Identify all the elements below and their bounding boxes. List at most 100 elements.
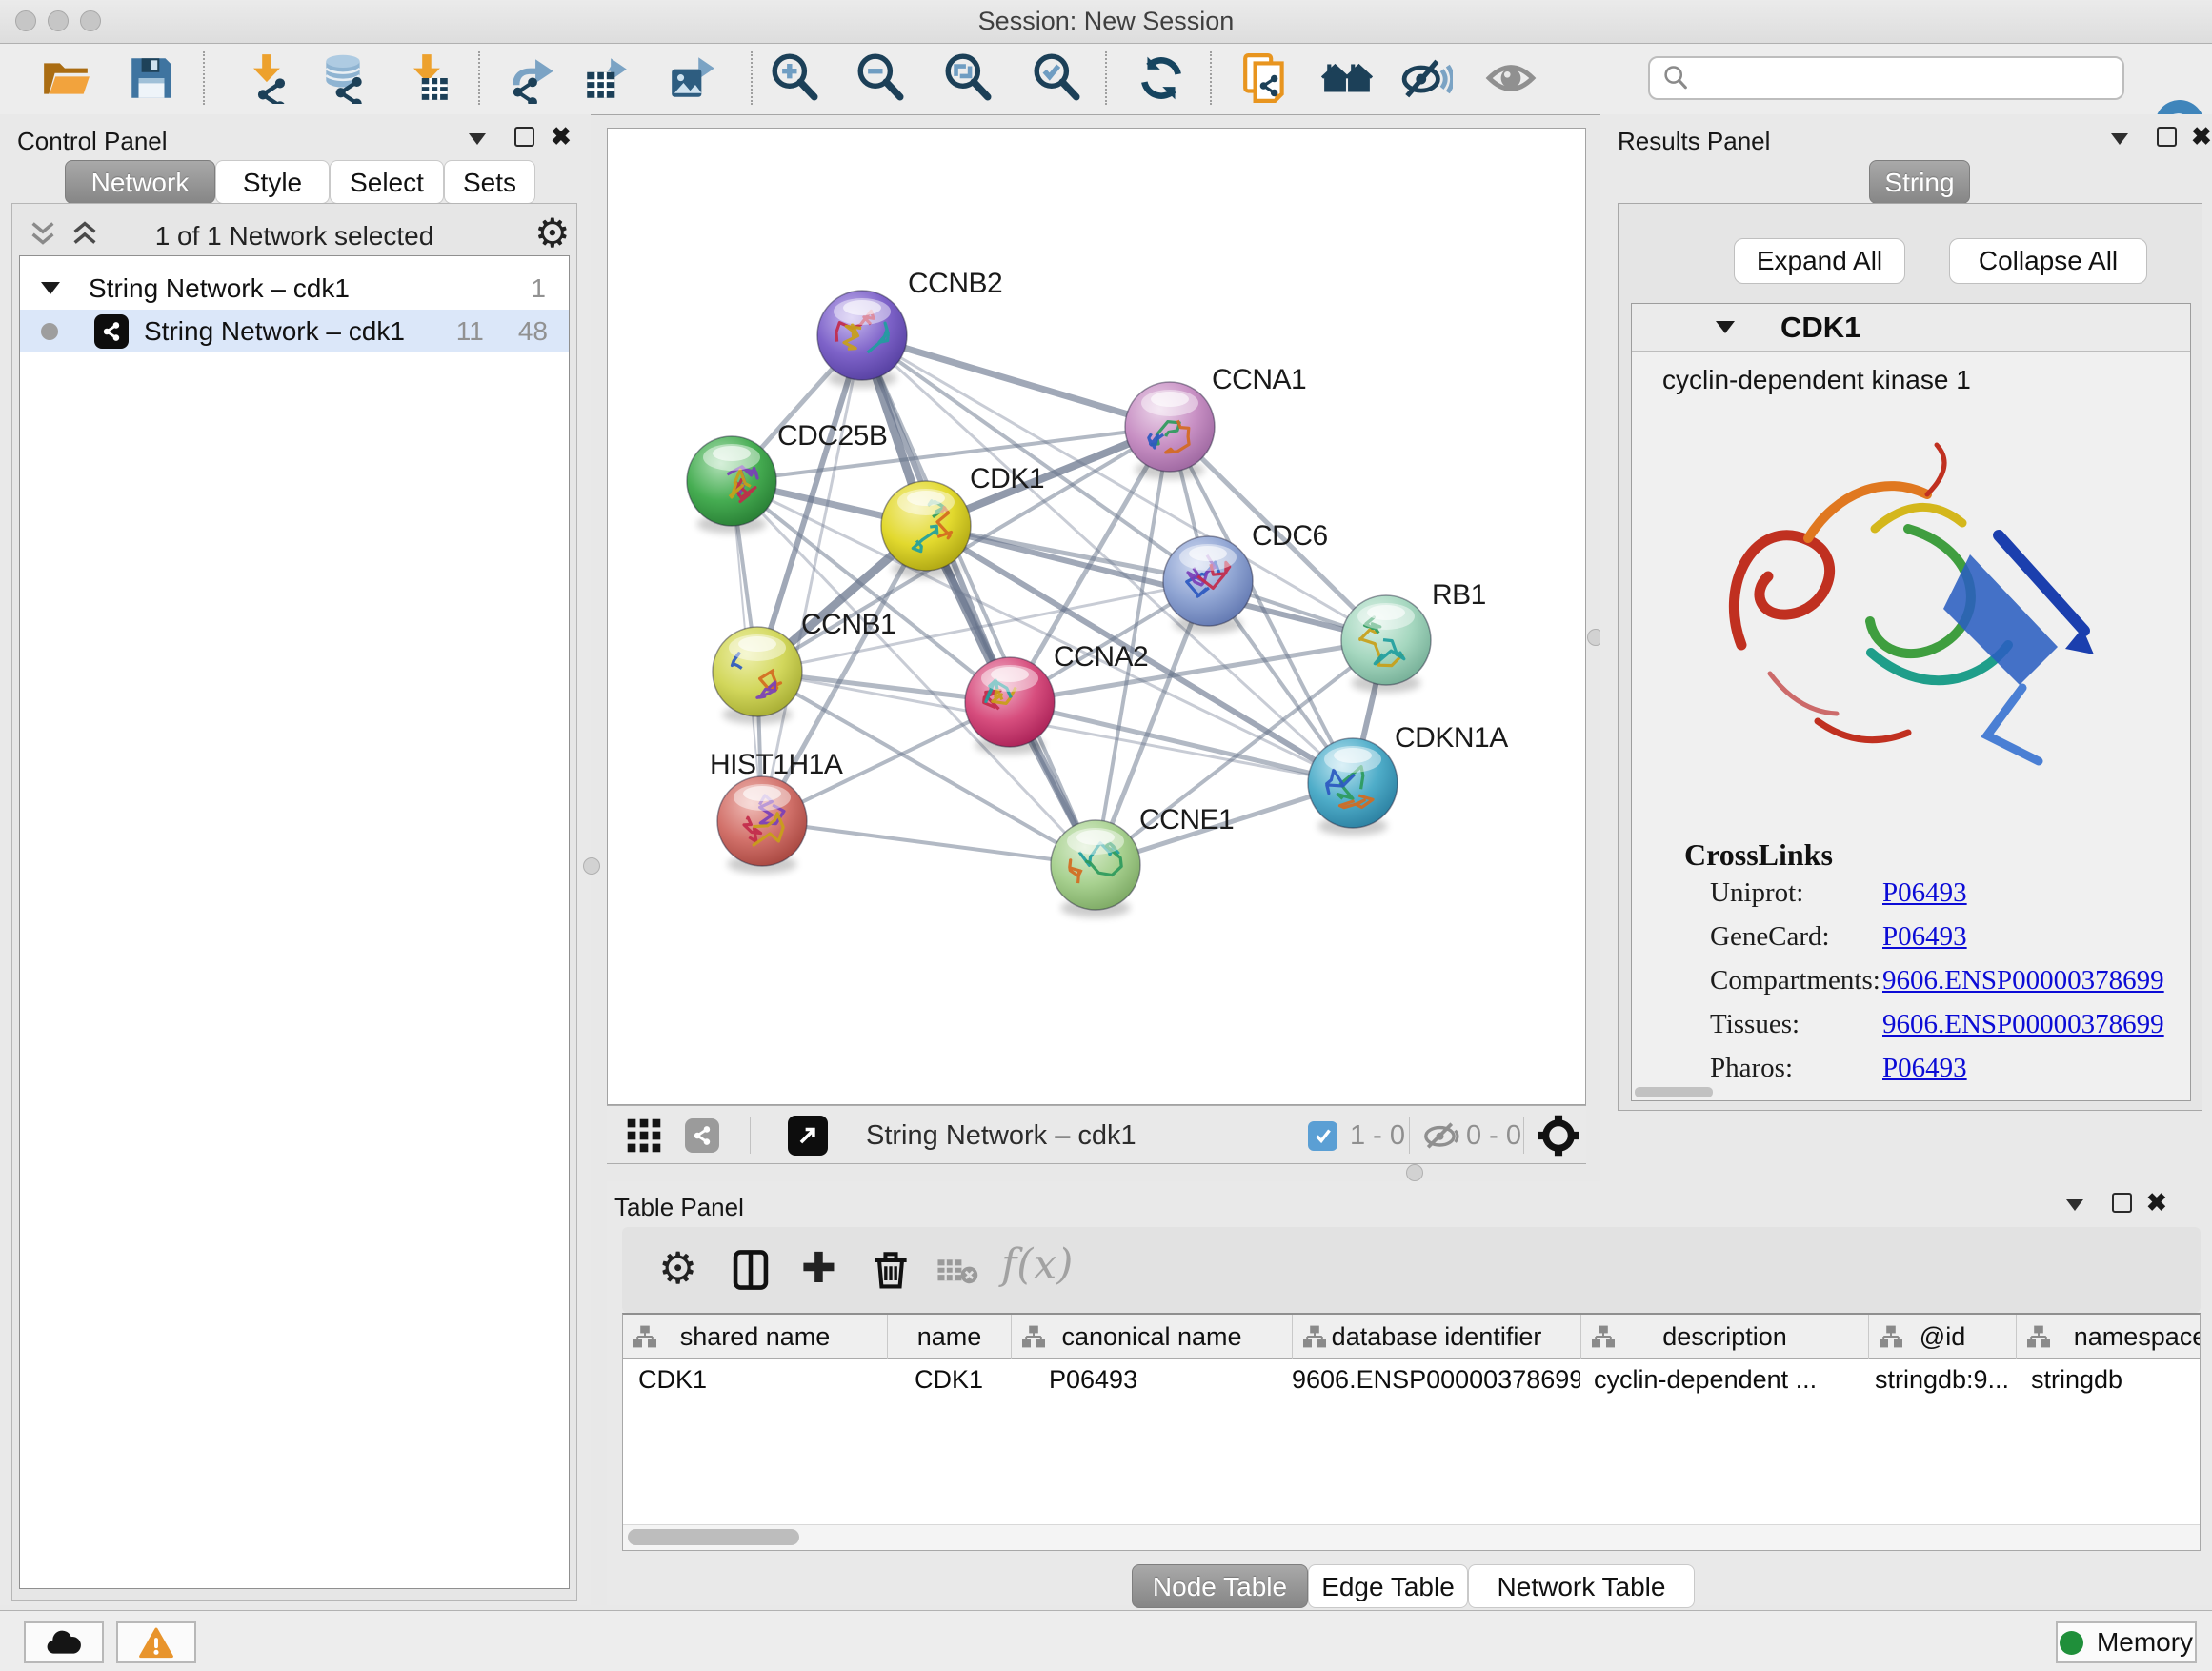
tab-network-table[interactable]: Network Table xyxy=(1468,1564,1695,1608)
table-cell[interactable]: CDK1 xyxy=(887,1359,1011,1400)
network-edge-HIST1H1A-CCNE1[interactable] xyxy=(762,821,1096,865)
table-options-gear-icon[interactable]: ⚙ xyxy=(658,1242,697,1294)
network-node-CDKN1A[interactable]: CDKN1A xyxy=(1308,722,1508,836)
zoom-fit-icon[interactable] xyxy=(938,48,997,109)
table-panel-float-icon[interactable] xyxy=(2112,1193,2132,1213)
warnings-button[interactable] xyxy=(116,1621,196,1663)
new-network-from-selection-icon[interactable] xyxy=(1237,48,1296,109)
string-network-icon xyxy=(94,314,129,349)
export-image-icon[interactable] xyxy=(663,48,722,109)
column-header-name[interactable]: name xyxy=(887,1315,1011,1359)
network-options-gear-icon[interactable]: ⚙ xyxy=(534,210,571,256)
left-splitter-handle[interactable] xyxy=(583,857,600,875)
table-panel-collapse-icon[interactable] xyxy=(2066,1199,2083,1211)
zoom-out-icon[interactable] xyxy=(851,48,910,109)
table-panel-close-icon[interactable]: ✖ xyxy=(2146,1193,2167,1212)
table-cell[interactable]: cyclin-dependent ... xyxy=(1580,1359,1868,1400)
detach-view-icon[interactable] xyxy=(788,1106,828,1165)
column-header-canonical-name[interactable]: canonical name xyxy=(1011,1315,1292,1359)
crosslink-link[interactable]: 9606.ENSP00000378699 xyxy=(1882,965,2164,997)
table-toolbar: ⚙ ✚ f(x) xyxy=(622,1227,2201,1313)
collapse-all-button[interactable]: Collapse All xyxy=(1949,238,2147,284)
table-row[interactable]: CDK1CDK1P064939606.ENSP00000378699cyclin… xyxy=(623,1359,2201,1400)
open-session-icon[interactable] xyxy=(36,48,95,109)
hide-selected-eye-slash-icon[interactable] xyxy=(1398,48,1457,109)
node-label-CCNA1: CCNA1 xyxy=(1212,364,1306,395)
node-label-HIST1H1A: HIST1H1A xyxy=(710,749,843,780)
network-view-toolbar: String Network – cdk1 1 - 0 0 - 0 xyxy=(607,1105,1586,1164)
network-edge-CCNB2-CCNA1[interactable] xyxy=(862,335,1170,427)
tab-string-results[interactable]: String xyxy=(1869,160,1970,204)
table-cell[interactable]: 9606.ENSP00000378699 xyxy=(1292,1359,1580,1400)
save-session-icon[interactable] xyxy=(122,48,181,109)
network-row-selected[interactable]: String Network – cdk1 11 48 xyxy=(20,310,569,352)
main-toolbar: ? xyxy=(0,44,2212,115)
column-header-namespace[interactable]: namespace xyxy=(2016,1315,2201,1359)
crosslink-link[interactable]: P06493 xyxy=(1882,877,1967,909)
grid-view-icon[interactable] xyxy=(626,1106,662,1165)
column-header-database-identifier[interactable]: database identifier xyxy=(1292,1315,1580,1359)
tab-network[interactable]: Network xyxy=(65,160,215,204)
table-cell[interactable]: stringdb:9... xyxy=(1868,1359,2016,1400)
table-cell[interactable]: stringdb xyxy=(2016,1359,2201,1400)
column-header--id[interactable]: @id xyxy=(1868,1315,2016,1359)
crosslink-link[interactable]: P06493 xyxy=(1882,1053,1967,1084)
tab-edge-table[interactable]: Edge Table xyxy=(1308,1564,1468,1608)
network-node-CCNA1[interactable]: CCNA1 xyxy=(1125,364,1306,479)
collection-expander-icon[interactable] xyxy=(41,282,60,294)
table-hscroll-thumb[interactable] xyxy=(628,1529,799,1545)
network-canvas[interactable]: CCNB2CCNA1CDC25BCDK1CDC6RB1CCNB1CCNA2CDK… xyxy=(607,128,1586,1105)
card-hscroll-thumb[interactable] xyxy=(1635,1087,1713,1097)
tab-node-table[interactable]: Node Table xyxy=(1132,1564,1308,1608)
zoom-selected-icon[interactable] xyxy=(1027,48,1086,109)
delete-column-trash-icon[interactable] xyxy=(868,1246,914,1297)
tab-select[interactable]: Select xyxy=(330,160,444,204)
network-node-CCNB1[interactable]: CCNB1 xyxy=(713,609,895,724)
network-node-CDC6[interactable]: CDC6 xyxy=(1163,520,1328,634)
network-node-HIST1H1A[interactable]: HIST1H1A xyxy=(710,749,843,874)
first-neighbors-icon[interactable] xyxy=(1317,48,1377,109)
string-view-icon[interactable] xyxy=(685,1106,719,1165)
column-type-icon xyxy=(1591,1325,1616,1348)
refresh-icon[interactable] xyxy=(1132,48,1191,109)
birds-eye-view-icon[interactable] xyxy=(1537,1106,1580,1165)
show-columns-icon[interactable] xyxy=(729,1248,773,1297)
crosslink-link[interactable]: P06493 xyxy=(1882,921,1967,953)
network-node-CDC25B[interactable]: CDC25B xyxy=(687,420,887,534)
control-panel-title: Control Panel xyxy=(17,127,168,156)
import-network-file-icon[interactable] xyxy=(238,48,297,109)
memory-button[interactable]: Memory xyxy=(2056,1621,2197,1663)
control-panel-collapse-icon[interactable] xyxy=(469,133,486,145)
tab-style[interactable]: Style xyxy=(215,160,330,204)
table-cell[interactable]: CDK1 xyxy=(623,1359,887,1400)
protein-entry-header[interactable]: CDK1 xyxy=(1632,304,2190,352)
table-cell[interactable]: P06493 xyxy=(1011,1359,1292,1400)
add-column-icon[interactable]: ✚ xyxy=(801,1244,836,1293)
network-graph[interactable]: CCNB2CCNA1CDC25BCDK1CDC6RB1CCNB1CCNA2CDK… xyxy=(608,129,1585,1104)
crosslink-link[interactable]: 9606.ENSP00000378699 xyxy=(1882,1009,2164,1040)
bottom-splitter-handle[interactable] xyxy=(1406,1164,1423,1181)
export-network-icon[interactable] xyxy=(504,48,563,109)
show-graphics-details-eye-icon[interactable] xyxy=(1481,48,1540,109)
toolbar-separator xyxy=(1409,1117,1410,1154)
results-panel-float-icon[interactable] xyxy=(2157,127,2177,147)
results-panel-close-icon[interactable]: ✖ xyxy=(2191,127,2212,146)
control-panel-float-icon[interactable] xyxy=(514,127,534,147)
zoom-in-icon[interactable] xyxy=(765,48,824,109)
network-collection-row[interactable]: String Network – cdk1 1 xyxy=(20,267,569,310)
search-input[interactable] xyxy=(1698,63,2122,94)
tab-sets[interactable]: Sets xyxy=(444,160,535,204)
cloud-button[interactable] xyxy=(24,1621,104,1663)
results-panel-collapse-icon[interactable] xyxy=(2111,133,2128,145)
network-node-RB1[interactable]: RB1 xyxy=(1341,579,1486,693)
selected-checkbox-icon[interactable] xyxy=(1308,1106,1337,1165)
expand-all-button[interactable]: Expand All xyxy=(1734,238,1905,284)
entry-expander-icon[interactable] xyxy=(1716,321,1735,333)
toolbar-separator xyxy=(751,51,753,105)
column-header-shared-name[interactable]: shared name xyxy=(623,1315,887,1359)
import-network-database-icon[interactable] xyxy=(314,48,373,109)
control-panel-close-icon[interactable]: ✖ xyxy=(551,127,572,146)
import-table-file-icon[interactable] xyxy=(398,48,457,109)
column-header-description[interactable]: description xyxy=(1580,1315,1868,1359)
export-table-icon[interactable] xyxy=(577,48,636,109)
